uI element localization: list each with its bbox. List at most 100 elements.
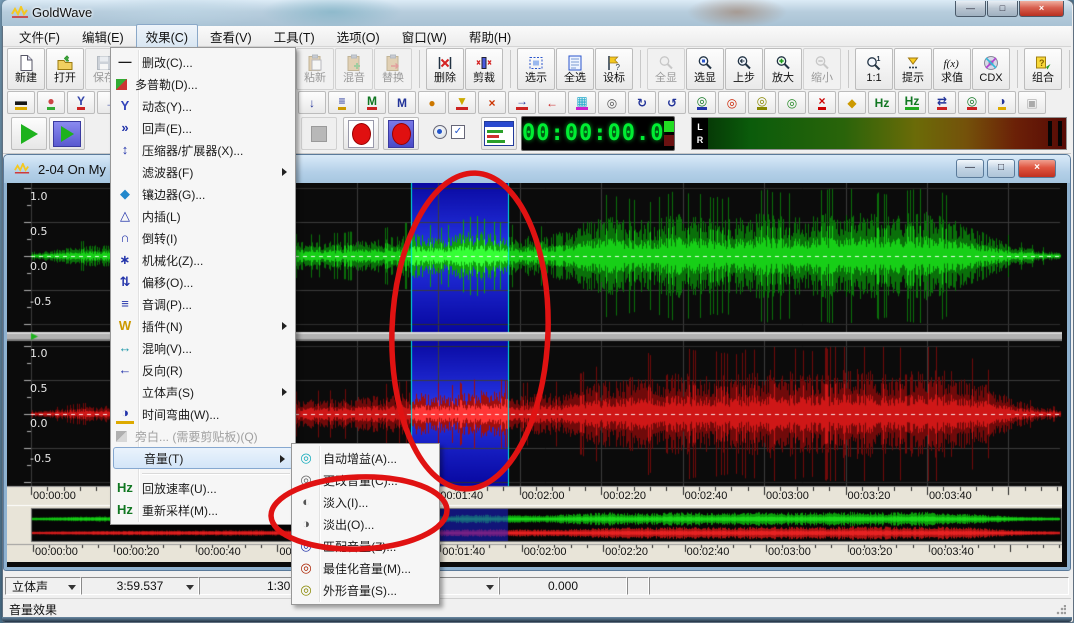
effect-shortcut-button[interactable]: × [808, 91, 836, 114]
menu-bar-item[interactable]: 选项(O) [327, 24, 390, 49]
menu-bar-item[interactable]: 文件(F) [9, 24, 70, 49]
effect-shortcut-button[interactable]: ↻ [628, 91, 656, 114]
toolbar-button[interactable]: 全显 [647, 48, 685, 90]
effect-shortcut-button[interactable]: ● [37, 91, 65, 114]
effects-menu-item[interactable]: ↕ 压缩器/扩展器(X)... [112, 139, 294, 161]
effect-shortcut-button[interactable]: ← [538, 91, 566, 114]
toolbar-button[interactable]: 新建 [7, 48, 45, 90]
effect-shortcut-button[interactable]: → [508, 91, 536, 114]
effect-shortcut-button[interactable]: Y [67, 91, 95, 114]
volume-submenu-item[interactable]: ◎ 外形音量(S)... [293, 579, 438, 601]
minimize-button[interactable]: — [955, 1, 986, 17]
effects-menu-item[interactable]: — 删改(C)... [112, 51, 294, 73]
effect-shortcut-button[interactable]: M [358, 91, 386, 114]
toolbar-button[interactable]: 全选 [556, 48, 594, 90]
effects-menu-item[interactable]: ◆ 镶边器(G)... [112, 183, 294, 205]
toolbar-button[interactable]: 缩小 [803, 48, 841, 90]
effects-menu-item[interactable]: 滤波器(F) [112, 161, 294, 183]
toolbar-button[interactable]: 选显 [686, 48, 724, 90]
effect-shortcut-button[interactable]: M [388, 91, 416, 114]
monitor-checkbox[interactable]: ✓ [451, 125, 465, 139]
toolbar-button[interactable]: 上步 [725, 48, 763, 90]
menu-bar-item[interactable]: 查看(V) [200, 24, 262, 49]
effects-menu-item[interactable]: 音量(T) [113, 447, 293, 469]
effect-shortcut-button[interactable]: ◎ [688, 91, 716, 114]
effects-menu-item[interactable]: 立体声(S) [112, 381, 294, 403]
effect-shortcut-button[interactable]: ◎ [958, 91, 986, 114]
stop-button[interactable] [301, 117, 337, 150]
effect-shortcut-button[interactable]: ◎ [718, 91, 746, 114]
effect-shortcut-button[interactable]: ◎ [748, 91, 776, 114]
effect-shortcut-button[interactable]: ▼ [448, 91, 476, 114]
toolbar-button[interactable]: 打开 [46, 48, 84, 90]
toolbar-button[interactable]: 替换 [374, 48, 412, 90]
volume-submenu-item[interactable]: ◎ 更改音量(C)... [293, 469, 438, 491]
effect-shortcut-button[interactable]: ◆ [838, 91, 866, 114]
effects-menu-item[interactable]: Hz 回放速率(U)... [112, 477, 294, 499]
effects-menu-item[interactable]: Hz 重新采样(M)... [112, 499, 294, 521]
toolbar-button[interactable]: 粘新 [296, 48, 334, 90]
toolbar-button[interactable]: 提示 [894, 48, 932, 90]
effect-shortcut-button[interactable]: ◎ [598, 91, 626, 114]
toolbar-button[interactable]: CDX [972, 48, 1010, 90]
effect-shortcut-button[interactable]: Hz [898, 91, 926, 114]
toolbar-button[interactable]: 11:1 [855, 48, 893, 90]
effects-menu-item[interactable]: W 插件(N) [112, 315, 294, 337]
volume-submenu-item[interactable]: ◑ 淡出(O)... [293, 513, 438, 535]
toolbar-button[interactable]: 放大 [764, 48, 802, 90]
effect-shortcut-button[interactable]: ▬ [7, 91, 35, 114]
toolbar-button[interactable]: f(x)求值 [933, 48, 971, 90]
effect-shortcut-button[interactable]: × [478, 91, 506, 114]
effects-menu-item[interactable]: ∗ 机械化(Z)... [112, 249, 294, 271]
menu-bar-item[interactable]: 效果(C) [136, 24, 198, 49]
toolbar-button[interactable]: 选示 [517, 48, 555, 90]
volume-submenu-item[interactable]: ◎ 匹配音量(Z)... [293, 535, 438, 557]
toolbar-button[interactable]: 混音 [335, 48, 373, 90]
channel-mode-select[interactable]: 立体声 [5, 577, 81, 595]
monitor-radio[interactable] [433, 125, 447, 139]
effects-menu-item[interactable]: ∩ 倒转(I) [112, 227, 294, 249]
volume-submenu-item[interactable]: ◎ 最佳化音量(M)... [293, 557, 438, 579]
toolbar-button[interactable]: 删除 [426, 48, 464, 90]
doc-minimize-button[interactable]: — [956, 159, 984, 178]
play-button[interactable] [11, 117, 47, 150]
effects-menu-item[interactable]: ≡ 音调(P)... [112, 293, 294, 315]
effect-shortcut-button[interactable]: ◑ [988, 91, 1016, 114]
effects-menu-item[interactable] [112, 469, 294, 477]
effect-shortcut-button[interactable]: ▣ [1018, 91, 1046, 114]
effects-menu-item[interactable]: ← 反向(R) [112, 359, 294, 381]
close-button[interactable]: × [1019, 1, 1064, 17]
effect-shortcut-button[interactable]: ↺ [658, 91, 686, 114]
effect-shortcut-button[interactable]: ▦ [568, 91, 596, 114]
effect-shortcut-button[interactable]: ↓ [298, 91, 326, 114]
effect-shortcut-button[interactable]: ⇄ [928, 91, 956, 114]
play-selection-button[interactable] [49, 117, 85, 150]
effects-menu-item[interactable]: ↔ 混响(V)... [112, 337, 294, 359]
menu-bar-item[interactable]: 帮助(H) [459, 24, 521, 49]
effect-shortcut-button[interactable]: ≡ [328, 91, 356, 114]
effect-shortcut-button[interactable]: ◎ [778, 91, 806, 114]
effects-menu-item[interactable]: » 回声(E)... [112, 117, 294, 139]
effects-menu-item[interactable]: ◑ 时间弯曲(W)... [112, 403, 294, 425]
toolbar-button[interactable]: ?设标 [595, 48, 633, 90]
device-controls-button[interactable] [481, 117, 517, 150]
length-display[interactable]: 3:59.537 [81, 577, 199, 595]
effect-shortcut-button[interactable]: ● [418, 91, 446, 114]
menu-bar-item[interactable]: 工具(T) [264, 24, 325, 49]
effects-menu-item[interactable]: 多普勒(D)... [112, 73, 294, 95]
maximize-button[interactable]: □ [987, 1, 1018, 17]
toolbar-button[interactable]: 剪裁 [465, 48, 503, 90]
record-selection-button[interactable] [383, 117, 419, 150]
effects-menu-item[interactable]: ⇅ 偏移(O)... [112, 271, 294, 293]
effects-menu-item[interactable]: △ 内插(L) [112, 205, 294, 227]
effect-shortcut-button[interactable]: Hz [868, 91, 896, 114]
doc-close-button[interactable]: × [1018, 159, 1056, 178]
effects-menu-item[interactable]: Y 动态(Y)... [112, 95, 294, 117]
menu-bar-item[interactable]: 编辑(E) [72, 24, 134, 49]
effects-menu-item[interactable]: 旁白... (需要剪贴板)(Q) [112, 425, 294, 447]
record-button[interactable] [343, 117, 379, 150]
volume-submenu-item[interactable]: ◎ 自动增益(A)... [293, 447, 438, 469]
toolbar-button[interactable]: ?组合 [1024, 48, 1062, 90]
resize-grip[interactable] [1056, 605, 1066, 615]
volume-submenu-item[interactable]: ◐ 淡入(I)... [293, 491, 438, 513]
